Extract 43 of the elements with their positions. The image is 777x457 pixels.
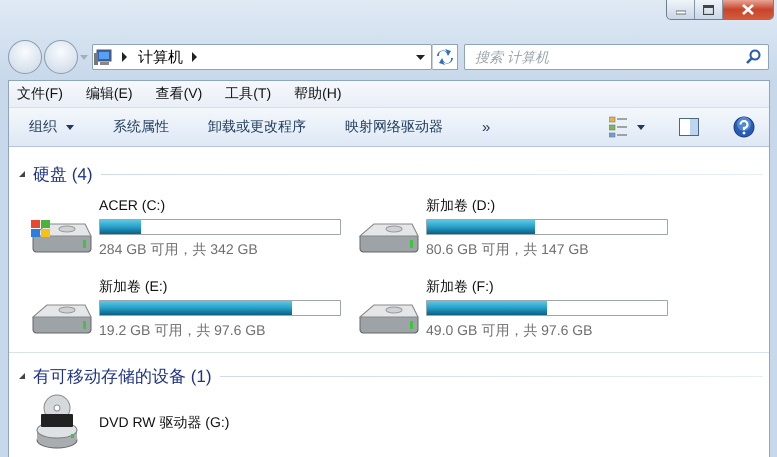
search-icon <box>746 49 761 64</box>
view-icon[interactable] <box>609 116 627 138</box>
back-button[interactable] <box>8 40 42 74</box>
menu-item[interactable]: 查看(V) <box>156 85 212 103</box>
drive-name[interactable]: 新加卷 (E:) <box>99 277 341 295</box>
drive-space-text: 49.0 GB 可用，共 97.6 GB <box>426 322 594 340</box>
drive-space-text: 80.6 GB 可用，共 147 GB <box>426 241 590 259</box>
toolbar-button[interactable]: 卸载或更改程序 <box>208 118 306 136</box>
toolbar-button[interactable]: 系统属性 <box>113 118 169 136</box>
search-field[interactable]: 搜索 计算机 <box>464 44 769 70</box>
drive-name[interactable]: 新加卷 (D:) <box>426 196 668 214</box>
menu-item[interactable]: 帮助(H) <box>294 85 352 103</box>
preview-pane-icon[interactable] <box>679 118 699 136</box>
toolbar-button[interactable]: 组织 <box>29 118 74 136</box>
maximize-button[interactable] <box>695 0 723 19</box>
maximize-icon <box>703 4 714 14</box>
view-caret-icon[interactable] <box>637 124 645 130</box>
breadcrumb[interactable]: 计算机 <box>134 48 187 66</box>
address-bar[interactable]: 计算机 <box>92 44 432 70</box>
drive-name[interactable]: DVD RW 驱动器 (G:) <box>99 413 230 431</box>
forward-button[interactable] <box>44 40 78 74</box>
drive-space-text: 284 GB 可用，共 342 GB <box>99 241 259 259</box>
close-icon <box>742 4 754 15</box>
close-button[interactable] <box>723 0 773 19</box>
breadcrumb-arrow-icon[interactable] <box>191 52 198 62</box>
more-button[interactable]: » <box>482 118 490 136</box>
dropdown-caret-icon[interactable] <box>416 54 425 60</box>
drive-name[interactable]: ACER (C:) <box>99 196 341 214</box>
group-header[interactable]: 有可移动存储的设备 (1) <box>33 364 212 388</box>
toolbar-button[interactable]: 映射网络驱动器 <box>345 118 443 136</box>
minimize-button[interactable] <box>667 0 695 19</box>
refresh-icon[interactable] <box>434 47 455 67</box>
menu-item[interactable]: 编辑(E) <box>86 85 143 103</box>
optical-drive-icon <box>35 394 79 450</box>
drive-name[interactable]: 新加卷 (F:) <box>426 277 668 295</box>
help-icon[interactable] <box>733 116 755 138</box>
drive-space-text: 19.2 GB 可用，共 97.6 GB <box>99 322 267 340</box>
group-header[interactable]: 硬盘 (4) <box>33 162 92 186</box>
collapse-triangle-icon[interactable] <box>19 171 25 177</box>
breadcrumb-arrow-icon[interactable] <box>121 52 128 62</box>
menu-item[interactable]: 工具(T) <box>225 85 282 103</box>
menu-item[interactable]: 文件(F) <box>17 85 73 103</box>
collapse-triangle-icon[interactable] <box>19 373 25 379</box>
